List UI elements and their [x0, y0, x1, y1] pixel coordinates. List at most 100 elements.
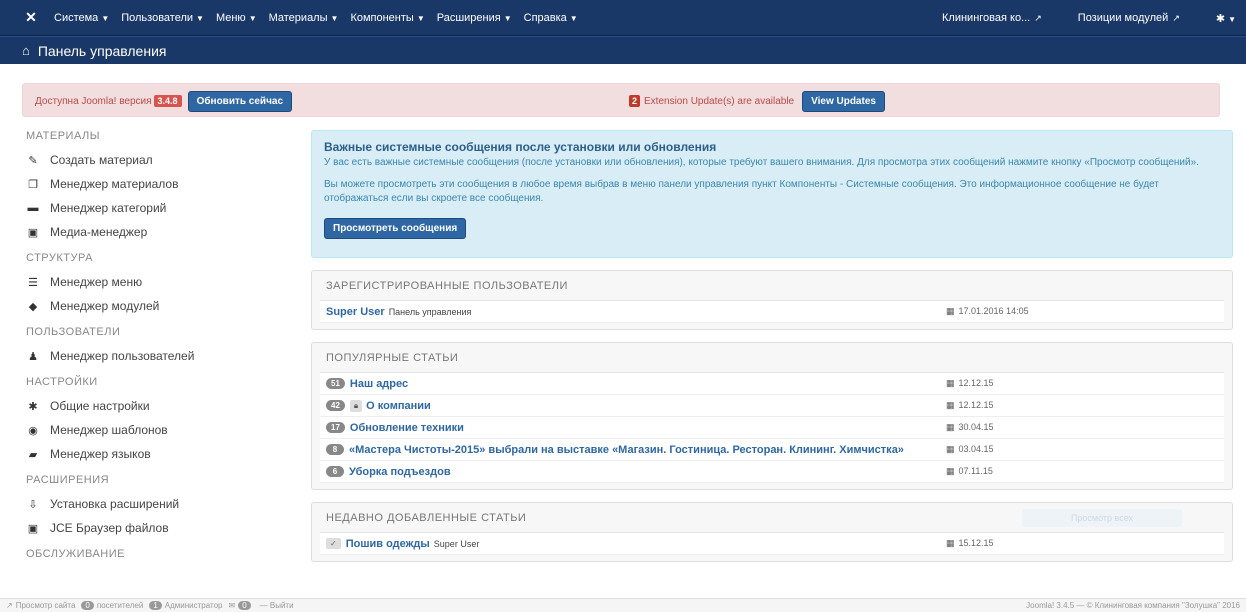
hits-badge: 42 — [326, 400, 345, 411]
site-link[interactable]: Клининговая ко... ↗ — [942, 12, 1042, 24]
view-updates-button[interactable]: View Updates — [802, 90, 885, 112]
menu-help[interactable]: Справка ▼ — [518, 12, 584, 24]
view-messages-button[interactable]: Просмотреть сообщения — [324, 218, 467, 239]
hits-badge: 6 — [326, 466, 344, 477]
sidebar-item-template-manager[interactable]: ◉ Менеджер шаблонов — [26, 418, 286, 442]
main-menu: Система ▼ Пользователи ▼ Меню ▼ Материалы ▼ … — [48, 12, 584, 24]
sidebar-item-menu-manager[interactable]: ☰ Менеджер меню — [26, 270, 286, 294]
sidebar-item-label: Создать материал — [50, 153, 153, 167]
sidebar-item-user-manager[interactable]: ♟ Менеджер пользователей — [26, 344, 286, 368]
sidebar-item-label: Менеджер материалов — [50, 177, 179, 191]
sidebar-item-category-manager[interactable]: ▬ Менеджер категорий — [26, 196, 286, 220]
page-header: ⌂ Панель управления — [0, 36, 1246, 64]
extension-update-notice: 2 Extension Update(s) are available View… — [629, 84, 885, 118]
visitors-badge: 0 — [81, 601, 94, 610]
external-link-icon: ↗ — [1172, 13, 1180, 23]
table-row: Super User Панель управления ▦ 17.01.2016… — [320, 301, 1224, 323]
table-row: 6 Уборка подъездов ▦ 07.11.15 — [320, 461, 1224, 483]
menu-system-label: Система — [54, 11, 99, 24]
sidebar-item-label: Медиа-менеджер — [50, 225, 148, 239]
view-site-link[interactable]: ↗ Просмотр сайта — [6, 601, 75, 610]
calendar-icon: ▦ — [946, 422, 955, 432]
logged-users-panel: ЗАРЕГИСТРИРОВАННЫЕ ПОЛЬЗОВАТЕЛИ Super Us… — [311, 270, 1233, 330]
article-date: ▦ 03.04.15 — [946, 444, 994, 455]
hits-badge: 8 — [326, 444, 344, 455]
menu-users[interactable]: Пользователи ▼ — [115, 12, 210, 24]
sidebar-item-label: Менеджер языков — [50, 447, 151, 461]
menu-extensions-label: Расширения — [436, 11, 501, 24]
user-location: Панель управления — [388, 306, 472, 317]
menu-help-label: Справка — [523, 11, 567, 24]
cube-icon: ◆ — [28, 300, 38, 313]
postinstall-body-secondary: Вы можете просмотреть эти сообщения в лю… — [324, 179, 1159, 204]
extension-count-badge: 2 — [629, 95, 641, 107]
user-menu[interactable]: ✱ ▼ — [1216, 12, 1236, 25]
sidebar-heading-settings: НАСТРОЙКИ — [26, 376, 98, 388]
calendar-icon: ▦ — [946, 538, 955, 548]
date-value: 12.12.15 — [958, 378, 994, 388]
sidebar-item-label: Менеджер шаблонов — [50, 423, 168, 437]
sidebar-item-module-manager[interactable]: ◆ Менеджер модулей — [26, 294, 286, 318]
date-value: 17.01.2016 14:05 — [958, 306, 1029, 316]
sidebar-item-global-config[interactable]: ✱ Общие настройки — [26, 394, 286, 418]
view-all-button[interactable]: Просмотр всех — [1022, 509, 1182, 527]
lock-icon[interactable]: 🔒︎ — [349, 399, 363, 412]
table-row: 17 Обновление техники ▦ 30.04.15 — [320, 417, 1224, 439]
table-row: 8 «Мастера Чистоты-2015» выбрали на выст… — [320, 439, 1224, 461]
calendar-icon: ▦ — [946, 466, 955, 476]
joomla-logo-icon[interactable]: ✕ — [20, 9, 42, 26]
menu-menus[interactable]: Меню ▼ — [210, 12, 263, 24]
table-row: ✓ Пошив одежды Super User ▦ 15.12.15 — [320, 533, 1224, 555]
article-link[interactable]: Обновление техники — [350, 422, 464, 434]
sidebar-item-jce-browser[interactable]: ▣ JCE Браузер файлов — [26, 516, 286, 540]
site-link-label: Клининговая ко... — [942, 12, 1031, 24]
sidebar-item-new-article[interactable]: ✎ Создать материал — [26, 148, 286, 172]
upload-icon: ⇩ — [28, 498, 38, 511]
comments-icon: ▰ — [28, 448, 38, 461]
article-link[interactable]: Наш адрес — [350, 378, 408, 390]
sidebar-item-label: Менеджер категорий — [50, 201, 167, 215]
article-link[interactable]: «Мастера Чистоты-2015» выбрали на выстав… — [349, 444, 904, 456]
sidebar-item-language-manager[interactable]: ▰ Менеджер языков — [26, 442, 286, 466]
caret-down-icon: ▼ — [1228, 14, 1236, 24]
visitors-label: посетителей — [96, 601, 144, 610]
article-link[interactable]: Пошив одежды — [346, 538, 430, 550]
topbar-right: Клининговая ко... ↗ Позиции модулей ↗ ✱ ▼ — [906, 0, 1236, 36]
article-link[interactable]: О компании — [366, 400, 431, 412]
update-now-button[interactable]: Обновить сейчас — [187, 90, 292, 112]
menu-content-label: Материалы — [268, 11, 328, 24]
postinstall-body: У вас есть важные системные сообщения (п… — [324, 157, 1199, 168]
sidebar-heading-maintenance: ОБСЛУЖИВАНИЕ — [26, 548, 125, 560]
check-icon[interactable]: ✓ — [326, 538, 341, 549]
menu-system[interactable]: Система ▼ — [48, 12, 115, 24]
visitors-counter: 0 посетителей — [81, 601, 143, 610]
update-message: Доступна Joomla! версия — [35, 95, 152, 107]
menu-components[interactable]: Компоненты ▼ — [344, 12, 430, 24]
menu-content[interactable]: Материалы ▼ — [263, 12, 345, 24]
panel-title: ЗАРЕГИСТРИРОВАННЫЕ ПОЛЬЗОВАТЕЛИ — [320, 271, 1224, 301]
sidebar: МАТЕРИАЛЫ ✎ Создать материал ❐ Менеджер ма… — [26, 130, 286, 566]
module-positions-label: Позиции модулей — [1077, 12, 1169, 24]
user-link[interactable]: Super User — [326, 306, 385, 318]
sidebar-item-install-extensions[interactable]: ⇩ Установка расширений — [26, 492, 286, 516]
sidebar-item-label: JCE Браузер файлов — [50, 521, 169, 535]
postinstall-heading: Важные системные сообщения после установ… — [324, 140, 717, 154]
logout-link[interactable]: — Выйти — [260, 601, 294, 610]
hits-badge: 51 — [326, 378, 345, 389]
article-date: ▦ 15.12.15 — [946, 538, 994, 549]
sidebar-item-article-manager[interactable]: ❐ Менеджер материалов — [26, 172, 286, 196]
recent-articles-panel: НЕДАВНО ДОБАВЛЕННЫЕ СТАТЬИ Просмотр всех… — [311, 502, 1233, 562]
sidebar-item-media-manager[interactable]: ▣ Медиа-менеджер — [26, 220, 286, 244]
date-value: 30.04.15 — [958, 422, 994, 432]
article-link[interactable]: Уборка подъездов — [349, 466, 451, 478]
menu-extensions[interactable]: Расширения ▼ — [431, 12, 518, 24]
date-value: 12.12.15 — [958, 400, 994, 410]
footer-copyright: Joomla! 3.4.5 — © Клининговая компания "… — [1026, 601, 1240, 610]
eye-icon: ◉ — [28, 424, 38, 437]
messages-counter[interactable]: ✉ 0 — [228, 601, 253, 610]
module-positions-link[interactable]: Позиции модулей ↗ — [1078, 12, 1180, 24]
article-date: ▦ 12.12.15 — [946, 378, 994, 389]
joomla-update-notice: Доступна Joomla! версия 3.4.8 Обновить с… — [35, 84, 292, 118]
home-icon: ⌂ — [22, 43, 30, 58]
article-author: Super User — [433, 538, 480, 549]
